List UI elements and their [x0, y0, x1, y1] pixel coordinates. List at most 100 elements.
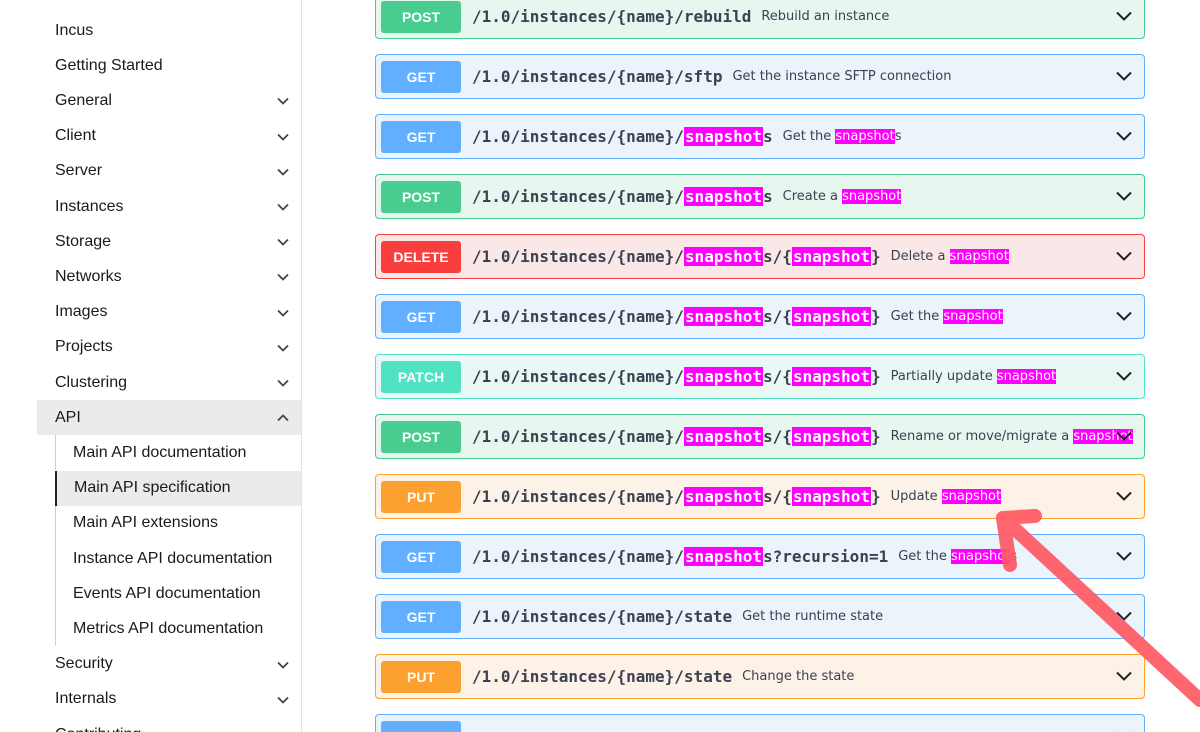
sidebar-item-security[interactable]: Security [37, 647, 301, 682]
operation-path: /1.0/instances/{name}/sftp [472, 67, 723, 86]
sidebar-subitem-main-api-extensions[interactable]: Main API extensions [55, 505, 301, 541]
method-badge: GET [381, 300, 461, 333]
chevron-down-icon[interactable] [276, 200, 290, 214]
operation-path: /1.0/instances/{name}/state [472, 667, 733, 686]
operation-summary: Change the state [742, 669, 855, 684]
sidebar-item-label: Internals [55, 690, 117, 708]
chevron-down-icon[interactable] [1115, 609, 1133, 623]
operation-row[interactable]: GET/1.0/instances/{name}/snapshots/{snap… [375, 294, 1145, 339]
operation-row[interactable]: PATCH/1.0/instances/{name}/snapshots/{sn… [375, 354, 1145, 399]
method-badge: PATCH [381, 360, 461, 393]
method-badge: DELETE [381, 240, 461, 273]
sidebar-item-internals[interactable]: Internals [37, 682, 301, 717]
operation-row[interactable]: GET/1.0/instances/{name}/snapshots?recur… [375, 534, 1145, 579]
chevron-down-icon[interactable] [1115, 309, 1133, 323]
sidebar-item-label: Getting Started [55, 56, 163, 74]
operation-summary: Get the runtime state [742, 609, 884, 624]
chevron-down-icon[interactable] [276, 235, 290, 249]
chevron-down-icon[interactable] [276, 376, 290, 390]
chevron-down-icon[interactable] [276, 693, 290, 707]
sidebar-item-label: Instances [55, 197, 124, 215]
sidebar-item-label: Contributing [55, 726, 141, 732]
sidebar-item-label: Client [55, 127, 96, 145]
sidebar-item-getting-started[interactable]: Getting Started [37, 48, 301, 83]
operation-path: /1.0/instances/{name}/snapshots?recursio… [472, 547, 889, 566]
chevron-down-icon[interactable] [276, 94, 290, 108]
operation-path: /1.0/instances/{name}/snapshots/{snapsho… [472, 427, 881, 446]
chevron-up-icon[interactable] [276, 411, 290, 425]
operation-row[interactable]: POST/1.0/instances/{name}/rebuild Rebuild… [375, 0, 1145, 39]
sidebar-subitem-metrics-api-documentation[interactable]: Metrics API documentation [55, 611, 301, 647]
chevron-down-icon[interactable] [1115, 189, 1133, 203]
chevron-down-icon[interactable] [1115, 489, 1133, 503]
sidebar-item-label: Incus [55, 21, 94, 39]
chevron-down-icon[interactable] [1115, 129, 1133, 143]
chevron-down-icon[interactable] [276, 728, 290, 732]
chevron-down-icon[interactable] [276, 658, 290, 672]
operation-row[interactable]: GET/1.0/instances/{name}/state Get the ru… [375, 594, 1145, 639]
operation-summary: Get the instance SFTP connection [732, 69, 952, 84]
sidebar-subitem-instance-api-documentation[interactable]: Instance API documentation [55, 541, 301, 576]
chevron-down-icon[interactable] [1115, 69, 1133, 83]
sidebar-item-label: Images [55, 303, 108, 321]
chevron-down-icon[interactable] [1115, 249, 1133, 263]
chevron-down-icon[interactable] [276, 130, 290, 144]
operation-summary: Partially update snapshot [890, 369, 1057, 384]
method-badge: GET [381, 600, 461, 633]
sidebar-item-label: Projects [55, 338, 113, 356]
operation-row[interactable]: PUT/1.0/instances/{name}/snapshots/{snap… [375, 474, 1145, 519]
operation-row[interactable]: GET/1.0/instances/{name}/sftp Get the ins… [375, 54, 1145, 99]
chevron-down-icon[interactable] [276, 306, 290, 320]
sidebar-item-networks[interactable]: Networks [37, 259, 301, 294]
operation-path: /1.0/instances/{name}/snapshots [472, 187, 773, 206]
sidebar-item-label: Networks [55, 267, 122, 285]
sidebar-item-instances[interactable]: Instances [37, 189, 301, 224]
method-badge: GET [381, 120, 461, 153]
operation-summary: Get the snapshots [782, 129, 902, 144]
operation-summary: Rename or move/migrate a snapshot [890, 429, 1133, 444]
sidebar-item-server[interactable]: Server [37, 154, 301, 189]
method-badge: PUT [381, 660, 461, 693]
operation-path: /1.0/instances/{name}/snapshots/{snapsho… [472, 307, 881, 326]
chevron-down-icon[interactable] [276, 270, 290, 284]
sidebar-item-label: API [55, 408, 81, 426]
sidebar-subitem-events-api-documentation[interactable]: Events API documentation [55, 576, 301, 612]
sidebar-subitem-main-api-documentation[interactable]: Main API documentation [55, 435, 301, 471]
operation-summary: Create a snapshot [782, 189, 902, 204]
chevron-down-icon[interactable] [276, 341, 290, 355]
sidebar-item-contributing[interactable]: Contributing [37, 717, 301, 732]
chevron-down-icon[interactable] [1115, 429, 1133, 443]
chevron-down-icon[interactable] [1115, 549, 1133, 563]
method-badge: GET [381, 540, 461, 573]
operation-row[interactable]: GET/1.0/instances/{name}/snapshots Get th… [375, 114, 1145, 159]
chevron-down-icon[interactable] [1115, 369, 1133, 383]
method-badge: POST [381, 180, 461, 213]
sidebar-item-client[interactable]: Client [37, 119, 301, 154]
chevron-down-icon[interactable] [1115, 669, 1133, 683]
method-badge [381, 720, 461, 732]
chevron-down-icon[interactable] [276, 165, 290, 179]
operation-path: /1.0/instances/{name}/snapshots/{snapsho… [472, 367, 881, 386]
sidebar-item-api[interactable]: API [37, 400, 301, 436]
sidebar-item-label: Security [55, 655, 113, 673]
operation-row[interactable]: POST/1.0/instances/{name}/snapshots/{sna… [375, 414, 1145, 459]
operation-row[interactable]: POST/1.0/instances/{name}/snapshots Creat… [375, 174, 1145, 219]
operation-path: /1.0/instances/{name}/state [472, 607, 733, 626]
operation-summary: Get the snapshots [898, 549, 1018, 564]
operation-row[interactable]: DELETE/1.0/instances/{name}/snapshots/{s… [375, 234, 1145, 279]
operation-path: /1.0/instances/{name}/rebuild [472, 7, 752, 26]
sidebar-item-projects[interactable]: Projects [37, 330, 301, 365]
sidebar-subitem-main-api-specification[interactable]: Main API specification [55, 470, 301, 506]
sidebar-item-storage[interactable]: Storage [37, 224, 301, 259]
operation-path: /1.0/instances/{name}/snapshots [472, 127, 773, 146]
chevron-down-icon[interactable] [1115, 9, 1133, 23]
operation-row[interactable] [375, 714, 1145, 732]
sidebar-item-clustering[interactable]: Clustering [37, 365, 301, 400]
operation-summary: Delete a snapshot [890, 249, 1009, 264]
sidebar-item-label: Storage [55, 232, 112, 250]
sidebar-item-label: Server [55, 162, 103, 180]
sidebar-item-images[interactable]: Images [37, 295, 301, 330]
operation-row[interactable]: PUT/1.0/instances/{name}/state Change the… [375, 654, 1145, 699]
sidebar-item-incus[interactable]: Incus [37, 13, 301, 48]
sidebar-item-general[interactable]: General [37, 83, 301, 118]
